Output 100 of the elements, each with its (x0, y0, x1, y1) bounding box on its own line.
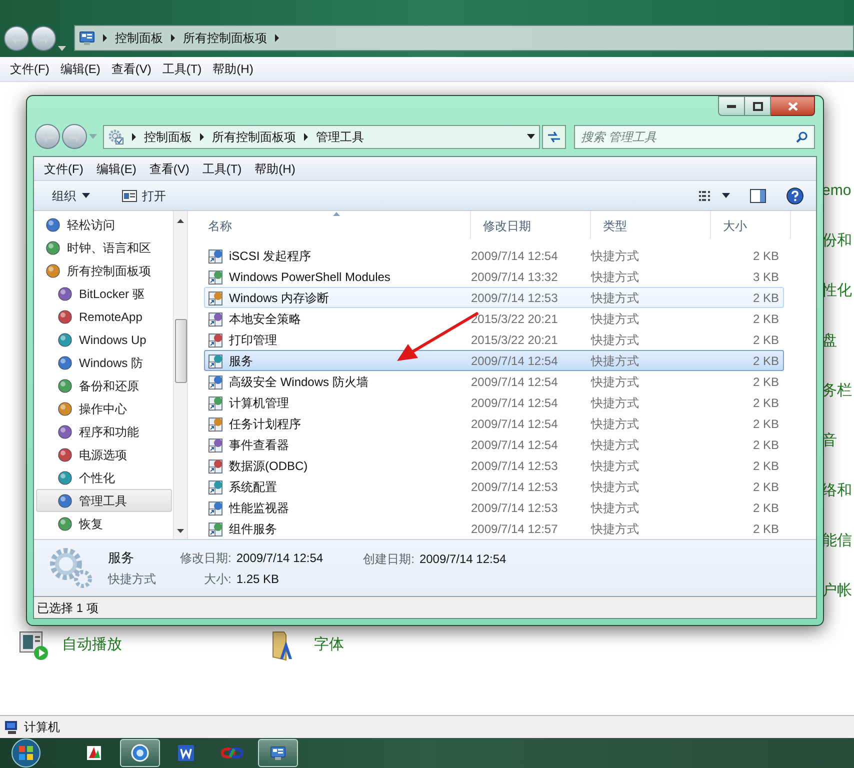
search-field[interactable]: 搜索 管理工具 (574, 124, 815, 149)
file-row[interactable]: iSCSI 发起程序 2009/7/14 12:54 快捷方式 2 KB (204, 245, 784, 266)
file-row[interactable]: 系统配置 2009/7/14 12:53 快捷方式 2 KB (204, 476, 784, 497)
nav-tree-item[interactable]: 轻松访问 (36, 213, 172, 236)
breadcrumb-item[interactable]: 管理工具 (316, 128, 364, 146)
back-button[interactable] (4, 26, 29, 51)
menu-item[interactable]: 编辑(E) (60, 60, 100, 78)
applet-link[interactable]: 务栏 (822, 380, 854, 400)
applet-icon (45, 216, 61, 232)
file-row[interactable]: Windows PowerShell Modules 2009/7/14 13:32 快捷方式 3 KB (204, 266, 784, 287)
column-header[interactable]: 修改日期 (471, 211, 591, 239)
minimize-button[interactable] (718, 96, 745, 116)
menu-item[interactable]: 文件(F) (10, 60, 50, 78)
column-header[interactable]: 类型 (591, 211, 711, 239)
scrollbar[interactable] (173, 211, 187, 539)
menu-item[interactable]: 编辑(E) (96, 160, 136, 178)
file-row[interactable]: 服务 2009/7/14 12:54 快捷方式 2 KB (204, 350, 784, 371)
file-row[interactable]: 事件查看器 2009/7/14 12:54 快捷方式 2 KB (204, 434, 784, 455)
type-cell-text: 快捷方式 (591, 394, 640, 412)
file-row[interactable]: 打印管理 2015/3/22 20:21 快捷方式 2 KB (204, 329, 784, 350)
applet-link[interactable]: 字体 (314, 634, 344, 656)
file-name: 组件服务 (229, 520, 277, 538)
date-cell-text: 2009/7/14 12:54 (471, 394, 559, 412)
address-bar[interactable]: 控制面板 所有控制面板项 管理工具 (103, 124, 540, 149)
nav-tree-item[interactable]: 恢复 (36, 512, 172, 535)
open-button[interactable]: 打开 (120, 184, 168, 206)
caret-down-icon (58, 46, 66, 51)
nav-tree-item[interactable]: 管理工具 (36, 489, 172, 512)
close-button[interactable] (771, 96, 815, 116)
type-cell-text: 快捷方式 (591, 268, 640, 286)
menu-item[interactable]: 文件(F) (44, 160, 84, 178)
file-row[interactable]: 组件服务 2009/7/14 12:57 快捷方式 2 KB (204, 518, 784, 539)
shortcut-icon (208, 394, 224, 410)
restore-icon (752, 102, 762, 110)
nav-tree-item[interactable]: 所有控制面板项 (36, 259, 172, 282)
file-row[interactable]: 性能监视器 2009/7/14 12:53 快捷方式 2 KB (204, 497, 784, 518)
date-cell-text: 2009/7/14 12:54 (471, 374, 559, 390)
taskbar-button[interactable] (258, 739, 298, 767)
address-bar[interactable]: 控制面板 所有控制面板项 (74, 25, 854, 51)
menu-item[interactable]: 帮助(H) (254, 160, 296, 178)
file-row[interactable]: 本地安全策略 2015/3/22 20:21 快捷方式 2 KB (204, 308, 784, 329)
scrollbar-thumb[interactable] (174, 319, 186, 383)
date-cell-text: 2009/7/14 12:54 (471, 248, 559, 264)
column-header[interactable]: 名称 (196, 211, 471, 239)
menu-item[interactable]: 工具(T) (162, 60, 202, 78)
nav-tree-item[interactable]: 时钟、语言和区 (36, 236, 172, 259)
nav-tree-item[interactable]: 个性化 (36, 466, 172, 489)
minimize-icon (727, 104, 736, 108)
nav-tree-item[interactable]: 备份和还原 (36, 374, 172, 397)
forward-button[interactable] (31, 26, 56, 51)
taskbar-button[interactable] (120, 739, 160, 767)
column-header[interactable]: 大小 (711, 211, 791, 239)
close-icon (788, 102, 798, 110)
nav-tree-item[interactable]: Windows 防 (36, 351, 172, 374)
help-button[interactable] (784, 184, 806, 206)
breadcrumb-item[interactable]: 控制面板 (115, 29, 163, 47)
colorful-logo-icon (221, 745, 243, 761)
search-input[interactable]: 搜索 管理工具 (581, 128, 796, 146)
file-row[interactable]: 任务计划程序 2009/7/14 12:54 快捷方式 2 KB (204, 413, 784, 434)
applet-link[interactable]: 份和 (822, 230, 854, 250)
file-row[interactable]: Windows 内存诊断 2009/7/14 12:53 快捷方式 2 KB (204, 287, 784, 308)
property-label: 大小: (204, 570, 232, 588)
back-button[interactable] (35, 124, 60, 150)
file-name: Windows 内存诊断 (229, 290, 330, 306)
menu-item[interactable]: 工具(T) (202, 160, 242, 178)
menu-item[interactable]: 查看(V) (149, 160, 190, 178)
file-name: 数据源(ODBC) (229, 458, 308, 474)
tools-icon (108, 128, 124, 145)
nav-tree-item[interactable]: 程序和功能 (36, 420, 172, 443)
applet-link[interactable]: 户帐 (822, 580, 854, 600)
chevron-right-icon (274, 34, 280, 42)
breadcrumb-item[interactable]: 控制面板 (144, 128, 192, 146)
maximize-button[interactable] (745, 96, 771, 116)
shortcut-icon (208, 248, 224, 264)
nav-tree-item[interactable]: Windows Up (36, 328, 172, 351)
type-cell-text: 快捷方式 (591, 310, 640, 328)
file-row[interactable]: 计算机管理 2009/7/14 12:54 快捷方式 2 KB (204, 392, 784, 413)
forward-button[interactable] (62, 124, 87, 150)
chevron-right-icon (131, 132, 137, 141)
status-text: 已选择 1 项 (37, 600, 98, 616)
applet-link[interactable]: 自动播放 (62, 634, 122, 656)
refresh-button[interactable] (542, 124, 566, 149)
breadcrumb-item[interactable]: 所有控制面板项 (212, 128, 296, 146)
organize-button[interactable]: 组织 (50, 184, 92, 206)
nav-tree-item[interactable]: RemoteApp (36, 305, 172, 328)
size-cell-text: 2 KB (752, 478, 780, 496)
menu-item[interactable]: 帮助(H) (212, 60, 254, 78)
shortcut-icon (208, 268, 224, 284)
nav-tree-item[interactable]: 操作中心 (36, 397, 172, 420)
file-row[interactable]: 高级安全 Windows 防火墙 2009/7/14 12:54 快捷方式 2 KB (204, 371, 784, 392)
nav-tree-item[interactable]: 电源选项 (36, 443, 172, 466)
nav-tree-item[interactable]: BitLocker 驱 (36, 282, 172, 305)
file-row[interactable]: 数据源(ODBC) 2009/7/14 12:53 快捷方式 2 KB (204, 455, 784, 476)
help-icon (786, 186, 804, 204)
size-cell-text: 2 KB (752, 458, 780, 474)
property-label: 修改日期: (180, 550, 232, 566)
menu-item[interactable]: 查看(V) (111, 60, 152, 78)
preview-pane-icon (750, 188, 766, 202)
breadcrumb-item[interactable]: 所有控制面板项 (183, 29, 267, 47)
applet-link[interactable]: 音 (822, 430, 854, 450)
